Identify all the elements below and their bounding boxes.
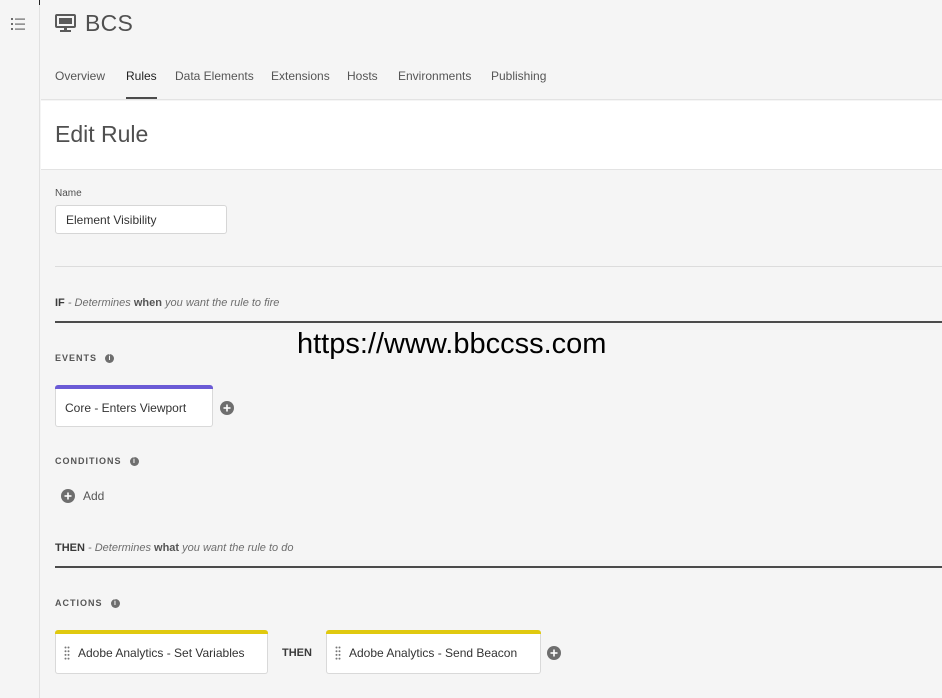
- rule-name-input[interactable]: [55, 205, 227, 234]
- action-card-accent: [55, 630, 268, 634]
- watermark-text: https://www.bbccss.com: [297, 328, 607, 360]
- conditions-label: CONDITIONS i: [55, 456, 139, 466]
- add-condition-label: Add: [83, 489, 105, 503]
- tab-data-elements[interactable]: Data Elements: [175, 69, 254, 99]
- tab-extensions[interactable]: Extensions: [271, 69, 330, 99]
- action-card-accent: [326, 630, 541, 634]
- actions-label: ACTIONS i: [55, 598, 120, 608]
- property-header: BCS Overview Rules Data Elements Extensi…: [41, 0, 942, 100]
- action-card[interactable]: Adobe Analytics - Send Beacon: [326, 630, 541, 674]
- action-card[interactable]: Adobe Analytics - Set Variables: [55, 630, 268, 674]
- if-text-before: - Determines: [64, 297, 134, 309]
- tab-environments[interactable]: Environments: [398, 69, 471, 99]
- action-card-label: Adobe Analytics - Send Beacon: [349, 646, 518, 660]
- left-rail: [0, 0, 40, 698]
- then-keyword: THEN: [55, 542, 85, 554]
- page-title-bar: Edit Rule: [41, 101, 942, 170]
- tab-publishing[interactable]: Publishing: [491, 69, 546, 99]
- add-action-icon[interactable]: [547, 646, 561, 660]
- events-label-text: EVENTS: [55, 353, 98, 363]
- tab-overview[interactable]: Overview: [55, 69, 105, 99]
- plus-circle-icon: [61, 489, 75, 503]
- action-card-label: Adobe Analytics - Set Variables: [78, 646, 245, 660]
- event-card-label: Core - Enters Viewport: [65, 401, 187, 415]
- if-text-after: you want the rule to fire: [161, 297, 280, 309]
- drag-handle-icon[interactable]: [64, 646, 70, 660]
- add-condition-button[interactable]: Add: [61, 489, 104, 503]
- then-emphasis: what: [154, 542, 180, 554]
- if-keyword: IF: [55, 297, 65, 309]
- if-emphasis: when: [133, 297, 162, 309]
- window-edge-mark: [39, 0, 40, 5]
- divider: [55, 266, 942, 267]
- rule-editor: Name IF - Determines when you want the r…: [41, 171, 942, 698]
- drag-handle-icon[interactable]: [335, 646, 341, 660]
- then-clause-heading: THEN - Determines what you want the rule…: [55, 542, 293, 554]
- if-clause-heading: IF - Determines when you want the rule t…: [55, 297, 279, 309]
- event-card[interactable]: Core - Enters Viewport: [55, 385, 213, 427]
- tab-hosts[interactable]: Hosts: [347, 69, 378, 99]
- then-text-before: - Determines: [84, 542, 155, 554]
- info-icon[interactable]: i: [129, 456, 139, 466]
- then-text-after: you want the rule to do: [179, 542, 294, 554]
- info-icon[interactable]: i: [110, 598, 120, 608]
- then-divider: [55, 566, 942, 568]
- if-divider: [55, 321, 942, 323]
- events-label: EVENTS i: [55, 353, 115, 363]
- add-event-icon[interactable]: [220, 401, 234, 415]
- tab-rules[interactable]: Rules: [126, 69, 157, 99]
- event-card-accent: [55, 385, 213, 389]
- conditions-label-text: CONDITIONS: [55, 456, 122, 466]
- name-label: Name: [55, 188, 82, 199]
- then-separator: THEN: [282, 647, 312, 659]
- list-icon[interactable]: [11, 17, 27, 31]
- page-title: Edit Rule: [55, 121, 149, 147]
- tab-bar: Overview Rules Data Elements Extensions …: [41, 0, 942, 100]
- actions-label-text: ACTIONS: [55, 598, 103, 608]
- info-icon[interactable]: i: [105, 353, 115, 363]
